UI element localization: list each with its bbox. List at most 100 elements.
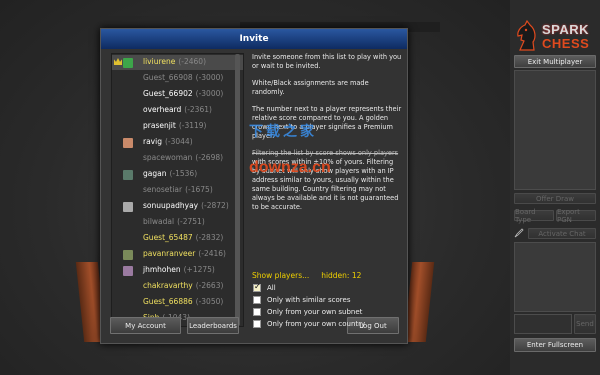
player-row[interactable]: pavanranveer (-2416) (112, 247, 243, 262)
player-row[interactable]: bilwadal (-2751) (112, 215, 243, 230)
send-button[interactable]: Send (574, 314, 596, 334)
filter-checkbox[interactable] (253, 308, 261, 316)
player-name: overheard (143, 105, 182, 114)
filter-option[interactable]: Only from your own subnet (253, 308, 413, 318)
player-rating: (-1675) (185, 185, 213, 194)
player-entry: liviurene (-2460) (143, 57, 206, 66)
player-rating: (-2751) (177, 217, 205, 226)
player-entry: ravig (-3044) (143, 137, 193, 146)
desc-random: White/Black assignments are made randoml… (252, 79, 369, 96)
player-name: senosetiar (143, 185, 183, 194)
player-rating: (-2872) (201, 201, 229, 210)
player-rating: (-3050) (195, 297, 224, 306)
my-account-button[interactable]: My Account (110, 317, 181, 334)
filter-option[interactable]: All (253, 282, 413, 294)
avatar (123, 202, 133, 212)
player-list[interactable]: liviurene (-2460) Guest_66908 (-3000) Guest_… (111, 53, 244, 327)
avatar (123, 170, 133, 180)
player-row[interactable]: prasenjit (-3119) (112, 119, 243, 134)
premium-crown-icon (114, 58, 122, 65)
player-row[interactable]: Guest_66886 (-3050) (112, 295, 243, 310)
player-name: Guest_66902 (143, 89, 193, 98)
export-pgn-button[interactable]: Export PGN (556, 208, 596, 224)
player-name: Guest_66908 (143, 73, 193, 82)
filter-checkbox[interactable] (253, 320, 261, 328)
player-name: sonuupadhyay (143, 201, 199, 210)
player-entry: jhmhohen (+1275) (143, 265, 215, 274)
offer-draw-button[interactable]: Offer Draw (514, 193, 596, 204)
player-name: spacewoman (143, 153, 193, 162)
activate-chat-button[interactable]: Activate Chat (528, 228, 596, 239)
move-list-panel (514, 70, 596, 190)
knight-icon (517, 20, 536, 51)
player-name: gagan (143, 169, 167, 178)
logo-text-chess: CHESS (542, 36, 590, 51)
player-rating: (-1536) (169, 169, 198, 178)
player-row[interactable]: chakravarthy (-2663) (112, 279, 243, 294)
player-name: chakravarthy (143, 281, 193, 290)
player-name: ravig (143, 137, 162, 146)
player-rating: (+1275) (183, 265, 215, 274)
player-row[interactable]: spacewoman (-2698) (112, 151, 243, 166)
player-entry: chakravarthy (-2663) (143, 281, 223, 290)
player-name: liviurene (143, 57, 176, 66)
player-entry: Guest_66886 (-3050) (143, 297, 223, 306)
dialog-header: Invite (101, 29, 407, 49)
avatar (123, 266, 133, 276)
player-entry: Guest_66902 (-3000) (143, 89, 223, 98)
player-row[interactable]: Guest_65487 (-2832) (112, 231, 243, 246)
filter-checkbox[interactable] (253, 282, 261, 292)
chat-log-panel (514, 242, 596, 312)
player-rating: (-3044) (164, 137, 193, 146)
filter-label: Only from your own country (267, 320, 366, 328)
filter-checkbox[interactable] (253, 296, 261, 304)
avatar (123, 58, 133, 68)
player-row[interactable]: senosetiar (-1675) (112, 183, 243, 198)
enter-fullscreen-button[interactable]: Enter Fullscreen (514, 338, 596, 352)
filter-label: All (267, 284, 276, 292)
player-rating: (-2460) (178, 57, 206, 66)
filter-label: Only with similar scores (267, 296, 351, 304)
player-entry: senosetiar (-1675) (143, 185, 213, 194)
player-row[interactable]: ravig (-3044) (112, 135, 243, 150)
show-players-heading: Show players... hidden: 12 (252, 271, 361, 280)
player-name: Guest_66886 (143, 297, 193, 306)
show-players-label: Show players... (252, 271, 310, 280)
player-entry: gagan (-1536) (143, 169, 197, 178)
filter-option[interactable]: Only from your own country (253, 320, 413, 330)
player-row[interactable]: Guest_66908 (-3000) (112, 71, 243, 86)
watermark-chinese: 下载之家 (249, 124, 317, 140)
chat-pen-icon (514, 228, 524, 238)
hidden-count: hidden: 12 (321, 271, 362, 280)
player-rating: (-2663) (195, 281, 224, 290)
chat-input[interactable] (514, 314, 572, 334)
player-rating: (-3119) (178, 121, 207, 130)
player-list-scrollbar[interactable] (235, 54, 240, 326)
player-rating: (-2361) (184, 105, 212, 114)
exit-multiplayer-button[interactable]: Exit Multiplayer (514, 55, 596, 68)
filter-option[interactable]: Only with similar scores (253, 296, 413, 306)
player-row[interactable]: jhmhohen (+1275) (112, 263, 243, 278)
player-rating: (-2416) (198, 249, 226, 258)
player-row[interactable]: overheard (-2361) (112, 103, 243, 118)
scrollbar-thumb[interactable] (235, 54, 240, 326)
player-entry: spacewoman (-2698) (143, 153, 223, 162)
desc-invite: Invite someone from this list to play wi… (252, 53, 402, 70)
avatar (123, 250, 133, 260)
player-row[interactable]: gagan (-1536) (112, 167, 243, 182)
player-rating: (-2832) (195, 233, 224, 242)
player-entry: Guest_65487 (-2832) (143, 233, 223, 242)
logo-text-spark: SPARK (542, 22, 590, 37)
player-rating: (-3000) (195, 89, 224, 98)
player-row[interactable]: liviurene (-2460) (112, 55, 243, 70)
leaderboards-button[interactable]: Leaderboards (187, 317, 239, 334)
player-name: jhmhohen (143, 265, 181, 274)
player-name: pavanranveer (143, 249, 196, 258)
board-type-button[interactable]: Board Type (514, 208, 554, 224)
player-row[interactable]: Guest_66902 (-3000) (112, 87, 243, 102)
player-rating: (-3000) (195, 73, 224, 82)
player-name: bilwadal (143, 217, 175, 226)
player-entry: overheard (-2361) (143, 105, 212, 114)
player-entry: prasenjit (-3119) (143, 121, 206, 130)
player-row[interactable]: sonuupadhyay (-2872) (112, 199, 243, 214)
